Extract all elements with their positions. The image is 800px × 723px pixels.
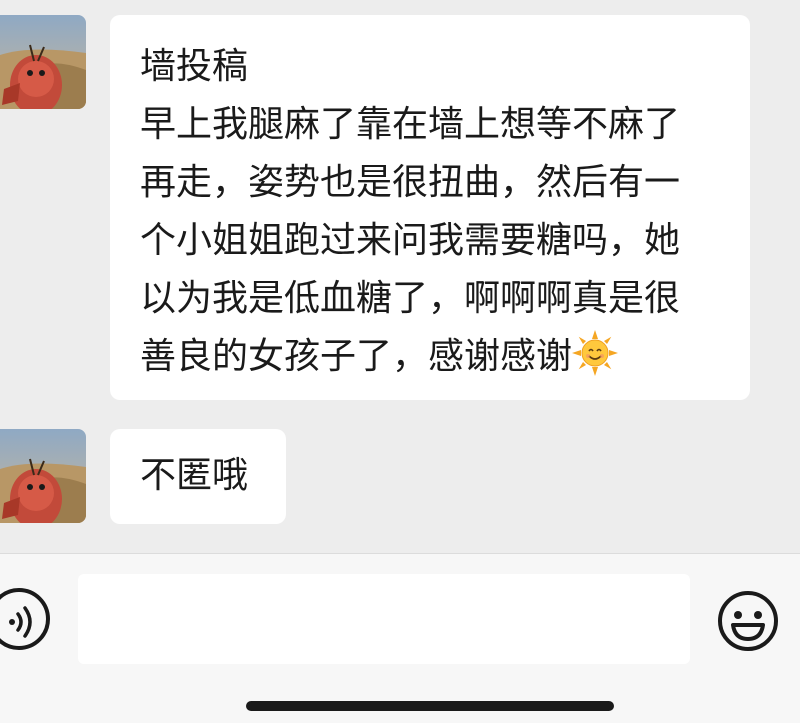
message-bubble[interactable]: 不匿哦: [110, 429, 286, 524]
message-text: 不匿哦: [140, 455, 249, 496]
voice-button[interactable]: [0, 588, 50, 650]
message-line: 早上我腿麻了靠在墙上想等不麻了: [140, 104, 681, 145]
sender-avatar[interactable]: [0, 15, 86, 109]
message-line: 再走，姿势也是很扭曲，然后有一: [140, 162, 681, 203]
message-line: 墙投稿: [140, 46, 249, 87]
cartoon-character-avatar-image: [0, 429, 86, 523]
input-bar: [0, 553, 800, 723]
emoji-button[interactable]: [716, 589, 780, 653]
message-line: 个小姐姐跑过来问我需要糖吗，她: [140, 220, 681, 261]
message-line-last: 善良的女孩子了，感谢感谢: [140, 328, 720, 386]
message-input[interactable]: [78, 574, 690, 664]
home-indicator: [246, 701, 614, 711]
voice-icon: [9, 606, 32, 638]
sun-icon: [572, 330, 619, 376]
emoji-icon: [718, 591, 778, 651]
message-bubble[interactable]: 墙投稿 早上我腿麻了靠在墙上想等不麻了 再走，姿势也是很扭曲，然后有一 个小姐姐…: [110, 15, 750, 400]
cartoon-character-avatar-image: [0, 15, 86, 109]
sender-avatar[interactable]: [0, 429, 86, 523]
chat-area: 墙投稿 早上我腿麻了靠在墙上想等不麻了 再走，姿势也是很扭曲，然后有一 个小姐姐…: [0, 0, 800, 553]
message-line-text: 善良的女孩子了，感谢感谢: [140, 336, 573, 377]
message-line: 以为我是低血糖了，啊啊啊真是很: [140, 278, 681, 319]
